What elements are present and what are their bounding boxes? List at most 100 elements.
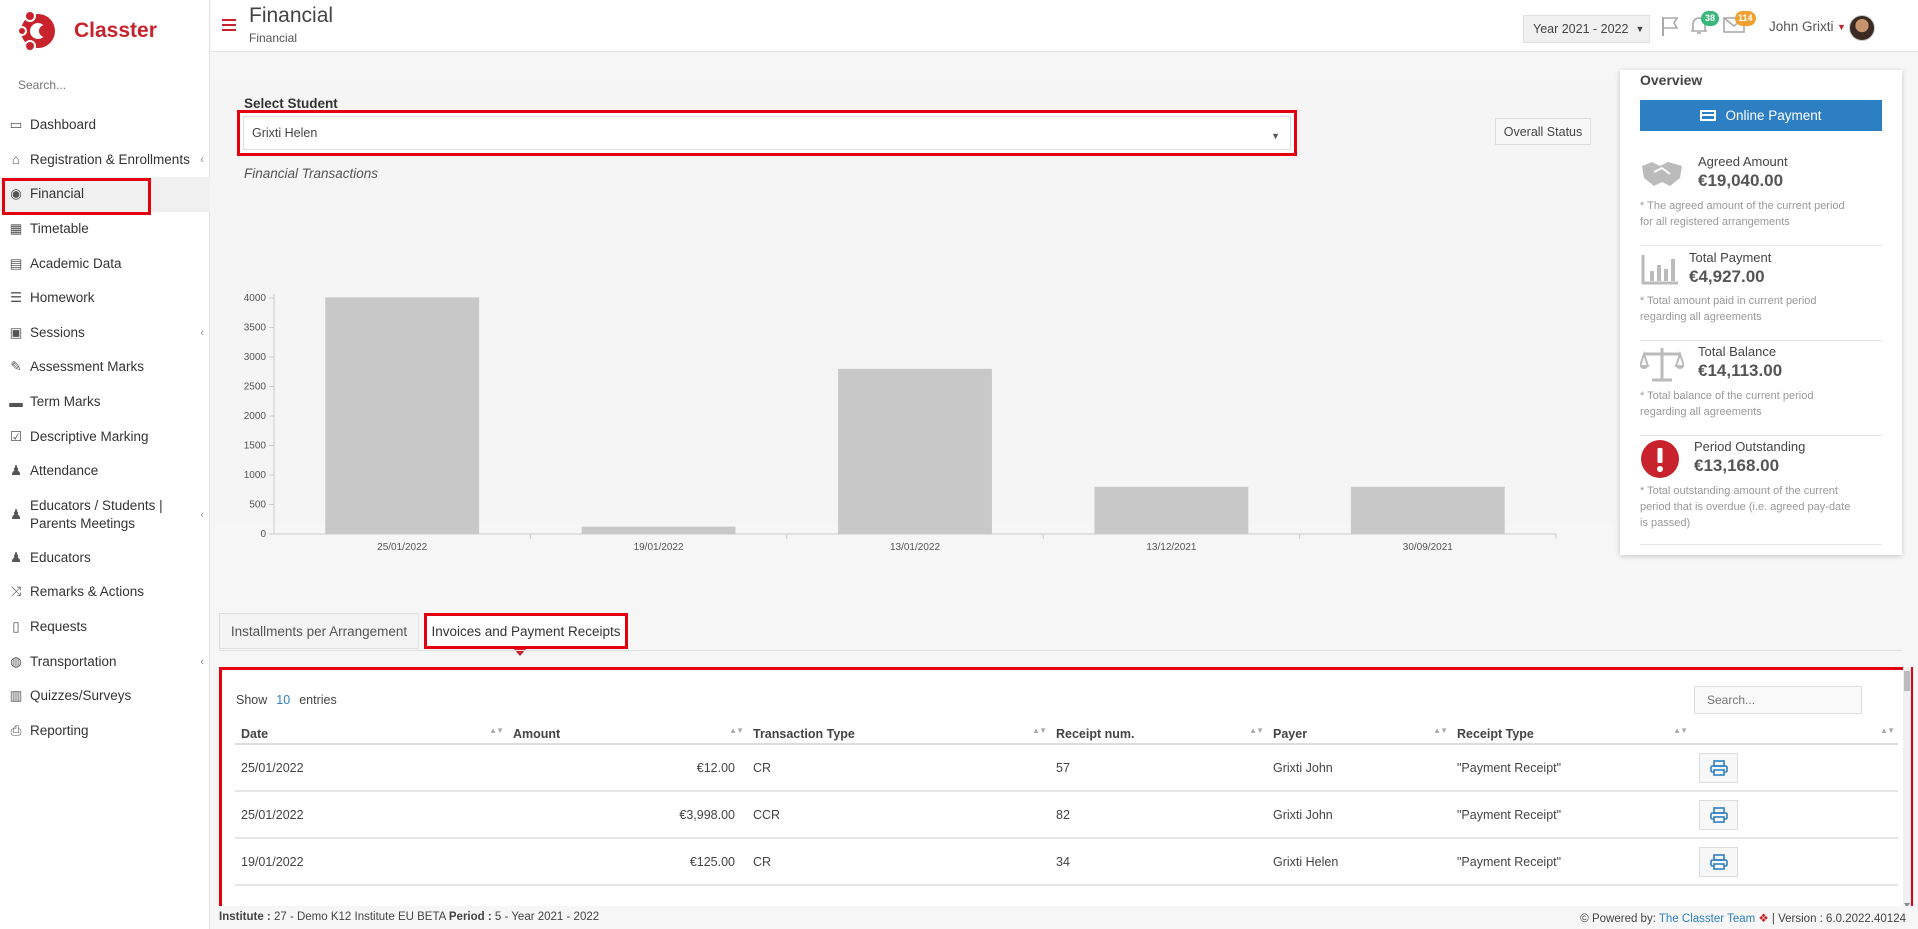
sidebar-item-timetable[interactable]: ▦ Timetable [0,212,210,247]
sidebar-search-input[interactable] [10,74,200,96]
messages-button[interactable]: 114 [1723,11,1756,37]
col-receipt-label: Receipt num. [1056,726,1135,741]
bank-icon: ⌂ [11,152,21,168]
sort-icon: ▲▼ [1032,726,1047,735]
sidebar-item-attendance[interactable]: ♟ Attendance [0,454,210,489]
cell-receipt-type: "Payment Receipt" [1451,744,1691,792]
sidebar-item-assessment-marks[interactable]: ✎ Assessment Marks [0,350,210,385]
menu-toggle-icon[interactable] [222,19,236,31]
show-label: Show [236,693,268,707]
caret-down-icon[interactable]: ▼ [1837,22,1846,32]
cell-payer: Grixti John [1267,791,1451,839]
table-row: 19/01/2022 €125.00 CR 34 Grixti Helen "Paymen… [235,838,1898,886]
cell-actions [1691,791,1898,839]
y-tick-label: 3500 [244,323,267,334]
sidebar-item-label: Term Marks [30,394,101,410]
student-select[interactable]: Grixti Helen ▼ [237,110,1297,156]
sidebar-item-remarks-actions[interactable]: ⤨ Remarks & Actions [0,575,210,610]
online-payment-button[interactable]: Online Payment [1640,100,1882,131]
print-receipt-button[interactable] [1699,846,1738,877]
flag-icon[interactable] [1658,15,1682,37]
logo[interactable]: Classter [18,10,157,52]
print-receipt-button[interactable] [1699,799,1738,830]
sidebar-item-requests[interactable]: ▯ Requests [0,610,210,645]
chart-bar [1094,486,1249,534]
col-receipt-num[interactable]: Receipt num. ▲▼ [1050,724,1267,745]
chart-bar [581,526,736,534]
notifications-badge: 38 [1701,11,1719,26]
financial-transactions-chart: 0 500 1000 1500 2000 2500 3000 3500 4000 25/01/20… [244,293,1557,553]
footer-institute: Institute : 27 - Demo K12 Institute EU B… [219,911,599,923]
sidebar-item-term-marks[interactable]: ▬ Term Marks [0,385,210,420]
agreed-amount-note: * The agreed amount of the current perio… [1640,200,1845,228]
sidebar-item-financial[interactable]: ◉ Financial [0,177,210,215]
col-transaction-type[interactable]: Transaction Type ▲▼ [747,724,1050,745]
x-tick-label: 30/09/2021 [1403,542,1453,553]
sort-icon: ▲▼ [1880,726,1895,735]
bar-chart-icon [1641,255,1678,285]
sidebar-item-label: Descriptive Marking [30,428,149,444]
student-select-value: Grixti Helen [252,126,318,140]
x-tick-label: 19/01/2022 [634,542,684,553]
period-outstanding-card: Period Outstanding €13,168.00 * Total ou… [1640,437,1882,545]
powered-label: Powered by: [1591,913,1656,925]
receipts-table-container: Show 10 entries Date ▲▼ Amount ▲▼ Transactio… [219,667,1913,909]
table-row: 25/01/2022 €3,998.00 CCR 82 Grixti John "Paym… [235,791,1898,839]
file-icon: ▯ [12,619,20,635]
col-date[interactable]: Date ▲▼ [235,724,507,745]
user-name[interactable]: John Grixti [1769,19,1834,34]
handshake-icon [1642,162,1682,186]
sidebar-item-descriptive-marking[interactable]: ☑ Descriptive Marking [0,419,210,454]
cell-transaction-type: CCR [747,791,1050,839]
sidebar-item-educators-students-parents-meetings[interactable]: ♟ Educators / Students | Parents Meetings… [0,489,210,541]
year-select[interactable]: Year 2021 - 2022 ▼ [1523,15,1650,43]
sidebar-item-sessions[interactable]: ▣ Sessions ‹ [0,316,210,351]
col-receipt-type[interactable]: Receipt Type ▲▼ [1451,724,1691,745]
sidebar-item-homework[interactable]: ☰ Homework [0,281,210,316]
cell-actions [1691,838,1898,886]
entries-select[interactable]: 10 [276,693,290,707]
total-payment-card: Total Payment €4,927.00 * Total amount p… [1640,247,1882,341]
tab-invoices[interactable]: Invoices and Payment Receipts [424,613,628,649]
agreed-amount-value: €19,040.00 [1698,171,1784,190]
sidebar-item-label: Transportation [30,653,117,669]
print-icon [1709,853,1728,870]
cell-amount: €12.00 [507,744,747,792]
cell-amount: €125.00 [507,838,747,886]
clipboard-icon: ▥ [9,688,23,704]
table-scrollbar[interactable] [1902,667,1912,909]
sidebar-item-reporting[interactable]: ⎙ Reporting [0,714,210,749]
overall-status-button[interactable]: Overall Status [1495,118,1591,145]
sidebar-item-registration-enrollments[interactable]: ⌂ Registration & Enrollments ‹ [0,143,210,178]
sidebar-item-academic-data[interactable]: ▤ Academic Data [0,246,210,281]
notifications-button[interactable]: 38 [1689,11,1719,37]
classter-team-link[interactable]: The Classter Team [1659,913,1755,925]
sidebar-item-educators[interactable]: ♟ Educators [0,541,210,576]
col-amount[interactable]: Amount ▲▼ [507,724,747,745]
sidebar-item-quizzes-surveys[interactable]: ▥ Quizzes/Surveys [0,679,210,714]
sidebar-item-dashboard[interactable]: ▭ Dashboard [0,108,210,143]
print-receipt-button[interactable] [1699,752,1738,783]
sidebar-item-label: Attendance [30,463,99,479]
sort-icon: ▲▼ [1673,726,1688,735]
total-balance-value: €14,113.00 [1698,361,1783,380]
sidebar-item-label: Educators / Students | Parents Meetings [30,497,163,531]
sidebar: Classter ▭ Dashboard ⌂ Registration & Enrol… [0,0,210,929]
cell-payer: Grixti Helen [1267,838,1451,886]
online-payment-label: Online Payment [1725,108,1822,123]
sidebar-item-label: Academic Data [30,255,122,271]
user-check-icon: ♟ [9,463,23,479]
cell-transaction-type: CR [747,838,1050,886]
institute-label: Institute : [219,911,271,923]
student-panel: Select Student Grixti Helen ▼ Overall St… [211,80,1621,553]
tab-installments[interactable]: Installments per Arrangement [219,613,419,649]
sidebar-item-label: Reporting [30,722,89,738]
avatar[interactable] [1849,15,1875,41]
chart-bar [838,368,992,534]
col-actions: ▲▼ [1691,724,1898,745]
table-search-input[interactable] [1694,686,1862,714]
checkbox-icon: ☑ [9,428,23,444]
sidebar-item-transportation[interactable]: ◍ Transportation ‹ [0,644,210,679]
sort-icon: ▲▼ [729,726,744,735]
col-payer[interactable]: Payer ▲▼ [1267,724,1451,745]
